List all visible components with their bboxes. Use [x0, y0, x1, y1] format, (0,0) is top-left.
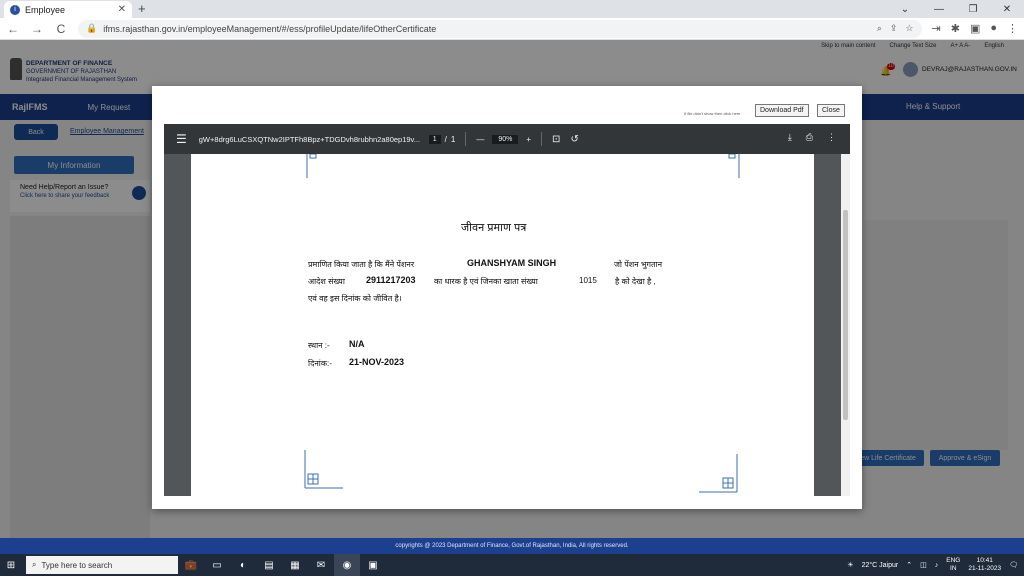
date-value: 21-NOV-2023 — [349, 357, 405, 367]
chrome-browser-icon[interactable]: ◉ — [334, 554, 360, 576]
toolbar-divider — [465, 132, 467, 146]
zoom-search-icon[interactable]: ⌕ — [877, 23, 882, 34]
more-options-icon[interactable]: ⋮ — [827, 132, 836, 143]
tab-title: Employee — [25, 4, 66, 15]
toolbar-icons: ⇥ ✱ ▣ ● ⋮ — [932, 22, 1019, 35]
pdf-scrollbar-thumb[interactable] — [843, 210, 848, 420]
clock[interactable]: 10:41 21-11-2023 — [968, 557, 1001, 573]
download-pdf-label: Download Pdf — [760, 107, 804, 114]
edge-browser-icon[interactable]: ◐ — [230, 554, 256, 576]
back-arrow-icon[interactable]: ← — [6, 22, 20, 36]
lang-code: ENG — [946, 557, 961, 564]
body-line1-b: जो पेंशन भुगतान — [614, 260, 663, 269]
page-number-input[interactable]: 1 — [428, 134, 441, 144]
kebab-menu-icon[interactable]: ⋮ — [1007, 22, 1018, 35]
bookmark-star-icon[interactable]: ☆ — [905, 23, 913, 34]
omnibox-icons: ⌕ ⇪ ☆ — [877, 23, 914, 34]
ppo-number: 2911217203 — [366, 275, 416, 285]
page-border-decoration — [304, 154, 740, 493]
address-bar[interactable]: 🔒 ifms.rajasthan.gov.in/employeeManageme… — [78, 19, 922, 38]
pdf-page: जीवन प्रमाण पत्र प्रमाणित किया जाता है क… — [191, 154, 814, 496]
search-icon: ⌕ — [32, 560, 37, 569]
page-separator: / — [444, 134, 447, 144]
rotate-icon[interactable]: ↺ — [570, 134, 578, 145]
fit-page-icon[interactable]: ⊡ — [552, 134, 560, 145]
cast-icon[interactable]: ⇥ — [932, 22, 941, 35]
minimize-button[interactable]: — — [922, 0, 956, 18]
sidepanel-icon[interactable]: ▣ — [970, 22, 980, 35]
tray-chevron-icon[interactable]: ⌃ — [906, 561, 912, 569]
pdf-filename: gW+8drg6LuCSXQTNw2IPTFh8Bpz+TDGDvh8rubhn… — [198, 134, 420, 144]
store-icon[interactable]: ▦ — [282, 554, 308, 576]
notifications-icon[interactable]: 🗨 — [1009, 561, 1018, 569]
browser-toolbar: ← → C 🔒 ifms.rajasthan.gov.in/employeeMa… — [0, 18, 1024, 40]
volume-icon[interactable]: ♪ — [935, 562, 939, 569]
clock-date: 21-11-2023 — [968, 565, 1002, 572]
body-line3: एवं वह इस दिनांक को जीवित है। — [308, 294, 402, 303]
new-tab-button[interactable]: + — [138, 1, 146, 16]
window-close-button[interactable]: ✕ — [990, 0, 1024, 18]
forward-arrow-icon[interactable]: → — [30, 22, 44, 36]
taskbar-search[interactable]: ⌕ Type here to search — [26, 556, 178, 574]
weather-icon[interactable]: ☀ — [847, 561, 853, 569]
hamburger-menu-icon[interactable]: ☰ — [176, 132, 187, 146]
tab-close-icon[interactable]: ✕ — [118, 4, 126, 15]
lock-icon: 🔒 — [86, 23, 98, 33]
zoom-out-button[interactable]: — — [476, 135, 484, 144]
download-icon[interactable]: ⤓ — [788, 132, 792, 143]
page-total: 1 — [450, 134, 456, 144]
certificate-title: जीवन प्रमाण पत्र — [461, 222, 527, 234]
network-icon[interactable]: ◫ — [920, 561, 927, 569]
download-hint: If file didn't show then click here — [684, 111, 741, 116]
print-icon[interactable]: ⎙ — [806, 132, 813, 143]
body-line2-a: आदेश संख्या — [308, 277, 345, 286]
body-line2-b: का धारक है एवं जिनका खाता संख्या — [434, 277, 538, 286]
pdf-actions: ⤓ ⎙ ⋮ — [788, 132, 836, 143]
weather-text[interactable]: 22°C Jaipur — [862, 562, 899, 569]
pdf-modal: If file didn't show then click here Down… — [152, 86, 862, 509]
browser-tabbar: i Employee ✕ + ⌄ — ❐ ✕ — [0, 0, 1024, 18]
tab-search-icon[interactable]: ⌄ — [888, 0, 922, 18]
task-view-icon[interactable]: ▭ — [204, 554, 230, 576]
place-value: N/A — [349, 339, 365, 349]
close-label: Close — [822, 107, 840, 114]
account-number: 1015 — [579, 276, 597, 285]
share-icon[interactable]: ⇪ — [890, 23, 898, 34]
date-label: दिनांक:- — [308, 359, 332, 368]
download-pdf-button[interactable]: Download Pdf — [755, 104, 809, 117]
mail-icon[interactable]: ✉ — [308, 554, 334, 576]
address-url[interactable]: ifms.rajasthan.gov.in/employeeManagement… — [103, 24, 871, 34]
reload-icon[interactable]: C — [54, 22, 68, 36]
pensioner-name: GHANSHYAM SINGH — [467, 258, 557, 268]
body-line2-c: है को देखा है , — [615, 277, 656, 286]
pdf-toolbar: ☰ gW+8drg6LuCSXQTNw2IPTFh8Bpz+TDGDvh8rub… — [164, 124, 850, 154]
close-button[interactable]: Close — [817, 104, 845, 117]
toolbar-divider — [541, 132, 543, 146]
taskbar-search-placeholder: Type here to search — [41, 560, 113, 570]
file-explorer-icon[interactable]: ▤ — [256, 554, 282, 576]
zoom-level-input[interactable]: 90% — [492, 134, 519, 144]
system-tray: ☀ 22°C Jaipur ⌃ ◫ ♪ ENG IN 10:41 21-11-2… — [847, 554, 1018, 576]
region-code: IN — [950, 565, 957, 572]
place-label: स्थान :- — [308, 341, 330, 350]
window-controls: ⌄ — ❐ ✕ — [888, 0, 1024, 18]
body-line1-a: प्रमाणित किया जाता है कि मैंने पेंशनर — [308, 260, 415, 269]
favicon-icon: i — [10, 4, 20, 15]
maximize-button[interactable]: ❐ — [956, 0, 990, 18]
app-icon[interactable]: ▣ — [360, 554, 386, 576]
modal-header: If file didn't show then click here Down… — [152, 86, 862, 122]
footer-copyright: copyrights @ 2023 Department of Finance,… — [395, 543, 629, 549]
extensions-icon[interactable]: ✱ — [951, 22, 960, 35]
site-footer: copyrights @ 2023 Department of Finance,… — [0, 538, 1024, 554]
pdf-viewer: ☰ gW+8drg6LuCSXQTNw2IPTFh8Bpz+TDGDvh8rub… — [164, 124, 850, 496]
browser-tab[interactable]: i Employee ✕ — [4, 1, 132, 18]
language-indicator[interactable]: ENG IN — [946, 557, 960, 573]
profile-icon[interactable]: ● — [990, 22, 997, 35]
clock-time: 10:41 — [976, 557, 993, 564]
briefcase-app-icon[interactable]: 💼 — [178, 554, 204, 576]
windows-taskbar: ⊞ ⌕ Type here to search 💼 ▭ ◐ ▤ ▦ ✉ ◉ ▣ … — [0, 554, 1024, 576]
windows-start-icon[interactable]: ⊞ — [0, 554, 22, 576]
zoom-in-button[interactable]: + — [526, 135, 531, 144]
